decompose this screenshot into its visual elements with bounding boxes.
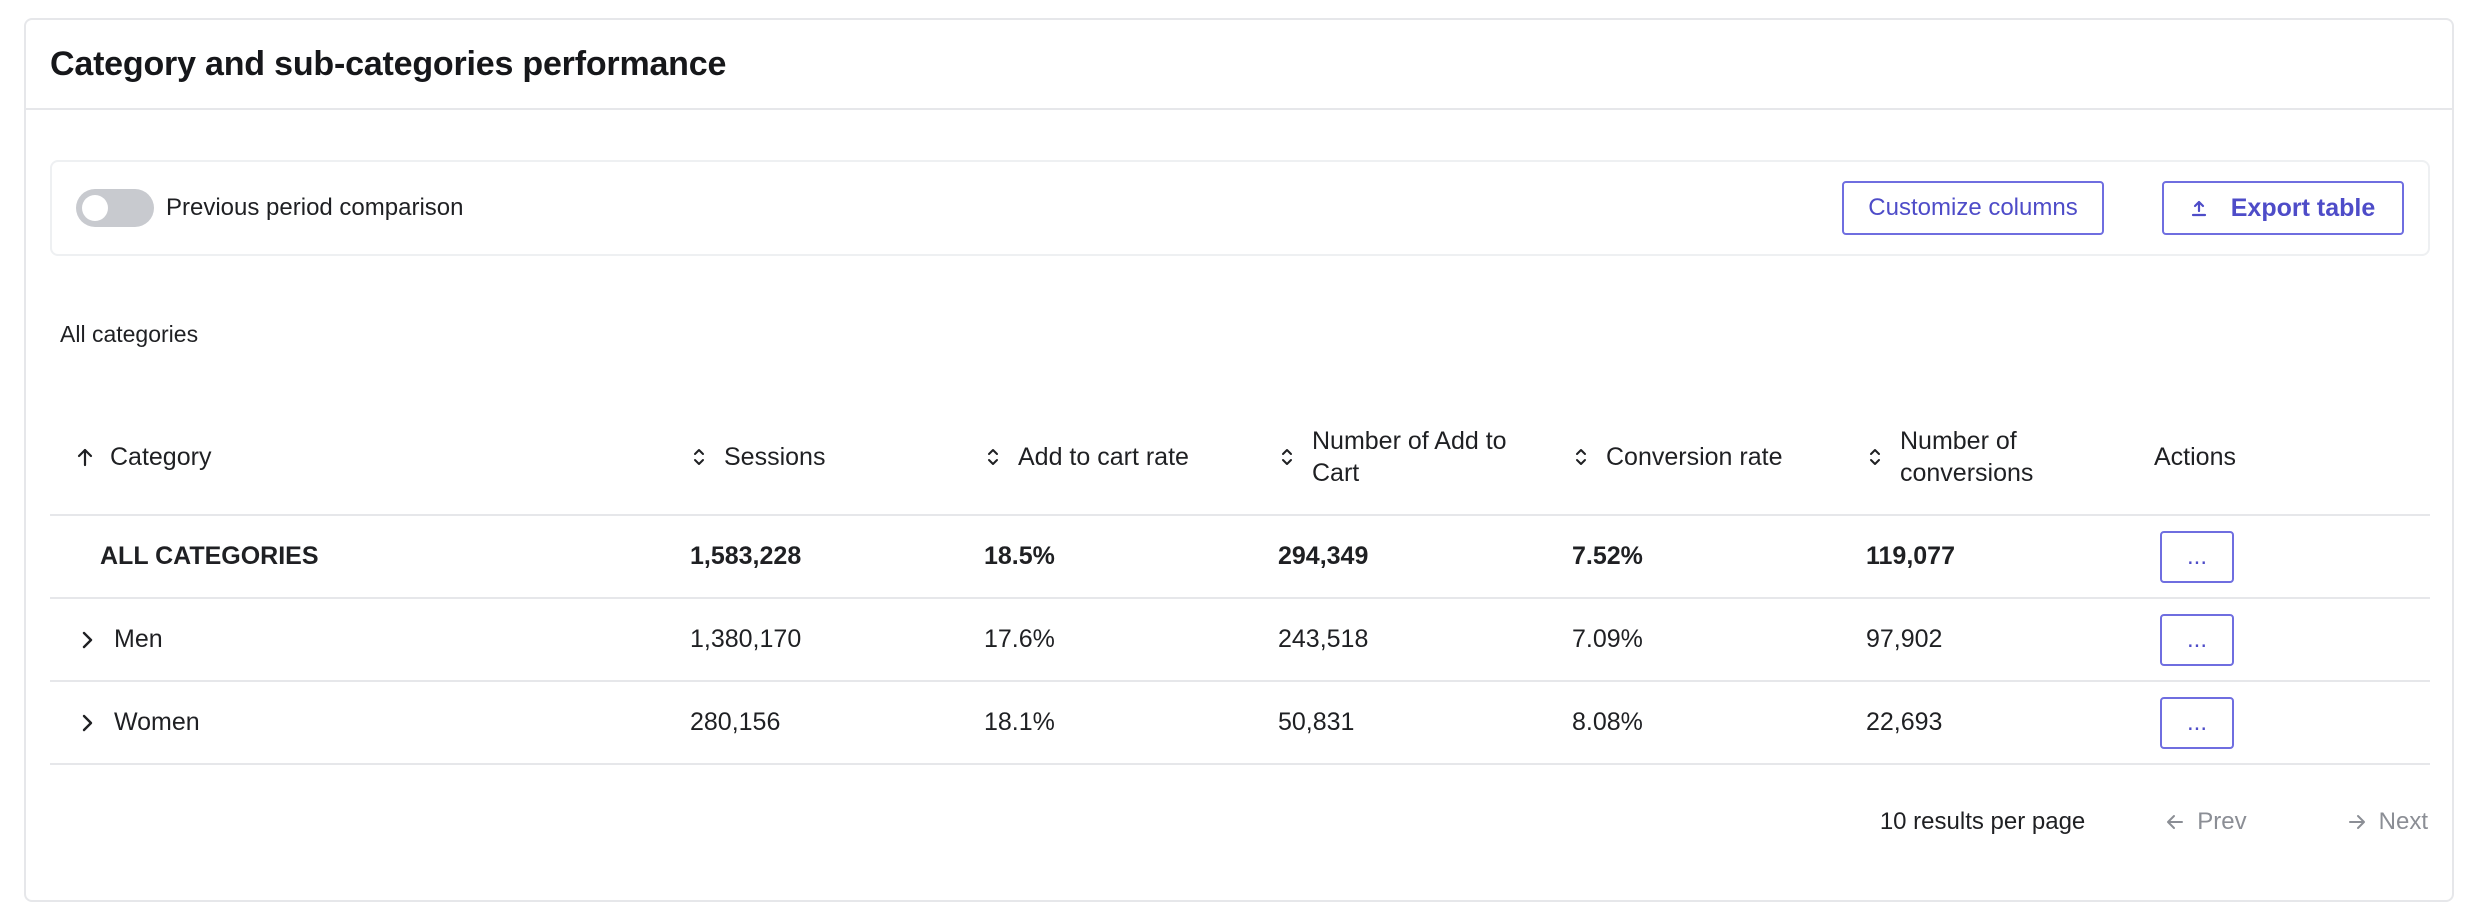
column-label: Number of Add to Cart [1312,427,1507,487]
chevron-right-icon[interactable] [76,712,98,734]
category-cell: ALL CATEGORIES [50,542,690,571]
conversion-rate-cell: 7.09% [1572,625,1643,653]
category-name: ALL CATEGORIES [100,542,319,570]
sort-icon [1870,449,1880,465]
prev-page-button[interactable]: Prev [2165,808,2247,836]
next-page-button[interactable]: Next [2347,808,2428,836]
number-conversions-cell: 22,693 [1866,708,1943,736]
export-table-label: Export table [2230,193,2376,222]
column-header-number-conversions[interactable]: Number of conversions [1866,425,2154,489]
sort-icon [1576,449,1586,465]
pagination: 10 results per page Prev Next [1880,808,2428,836]
sort-icon [988,449,998,465]
category-name: Men [114,625,163,653]
arrow-left-icon [2167,815,2184,829]
number-conversions-cell: 97,902 [1866,625,1943,653]
next-label: Next [2378,808,2428,835]
number-add-to-cart-cell: 294,349 [1278,542,1369,570]
conversion-rate-cell: 8.08% [1572,708,1643,736]
chevron-right-icon[interactable] [76,629,98,651]
customize-columns-label: Customize columns [1868,194,2078,221]
number-add-to-cart-cell: 243,518 [1278,625,1369,653]
actions-cell: ... [2154,530,2430,583]
category-cell: Women [50,708,690,737]
card-header: Category and sub-categories performance [26,20,2452,110]
column-header-conversion-rate[interactable]: Conversion rate [1572,441,1866,473]
add-to-cart-rate-cell: 18.1% [984,708,1055,736]
sessions-cell: 1,583,228 [690,542,802,570]
sort-icon [1282,449,1292,465]
actions-cell: ... [2154,613,2430,666]
category-cell: Men [50,625,690,654]
add-to-cart-rate-cell: 17.6% [984,625,1055,653]
column-header-add-to-cart-rate[interactable]: Add to cart rate [984,441,1278,473]
toggle-knob [82,195,108,221]
toggle-label: Previous period comparison [166,194,464,221]
table-row[interactable]: Women 280,156 18.1% 50,831 8.08% 22,693 … [50,682,2430,765]
row-actions-button[interactable]: ... [2160,696,2234,749]
upload-icon [2191,200,2206,217]
number-conversions-cell: 119,077 [1866,542,1955,570]
column-header-number-add-to-cart[interactable]: Number of Add to Cart [1278,425,1572,489]
table-toolbar: Previous period comparison Customize col… [50,160,2430,256]
results-per-page[interactable]: 10 results per page [1880,808,2085,836]
table-row: ALL CATEGORIES 1,583,228 18.5% 294,349 7… [50,516,2430,599]
column-label: Category [110,443,212,471]
prev-label: Prev [2197,808,2247,835]
sort-ascending-icon [77,448,93,467]
breadcrumb: All categories [60,321,199,347]
actions-cell: ... [2154,696,2430,749]
conversion-rate-cell: 7.52% [1572,542,1643,570]
performance-table: Category Sessions Add to cart rate Numbe… [50,400,2430,765]
sessions-cell: 280,156 [690,708,781,736]
row-actions-button[interactable]: ... [2160,613,2234,666]
export-table-button[interactable]: Export table [2162,181,2404,235]
column-label: Add to cart rate [1018,443,1189,471]
column-label: Sessions [724,443,826,471]
column-label: Conversion rate [1606,443,1783,471]
column-header-category[interactable]: Category [50,441,690,473]
arrow-right-icon [2348,815,2365,829]
category-name: Women [114,708,200,736]
add-to-cart-rate-cell: 18.5% [984,542,1055,570]
table-row[interactable]: Men 1,380,170 17.6% 243,518 7.09% 97,902… [50,599,2430,682]
category-performance-card: Category and sub-categories performance … [24,18,2454,902]
row-actions-button[interactable]: ... [2160,530,2234,583]
column-header-actions: Actions [2154,441,2430,473]
table-header-row: Category Sessions Add to cart rate Numbe… [50,400,2430,516]
number-add-to-cart-cell: 50,831 [1278,708,1355,736]
column-label: Number of conversions [1900,427,2034,487]
sort-icon [694,449,704,465]
column-label: Actions [2154,443,2236,471]
customize-columns-button[interactable]: Customize columns [1842,181,2104,235]
sessions-cell: 1,380,170 [690,625,802,653]
column-header-sessions[interactable]: Sessions [690,441,984,473]
card-title: Category and sub-categories performance [50,44,727,83]
previous-period-toggle[interactable] [76,189,154,227]
